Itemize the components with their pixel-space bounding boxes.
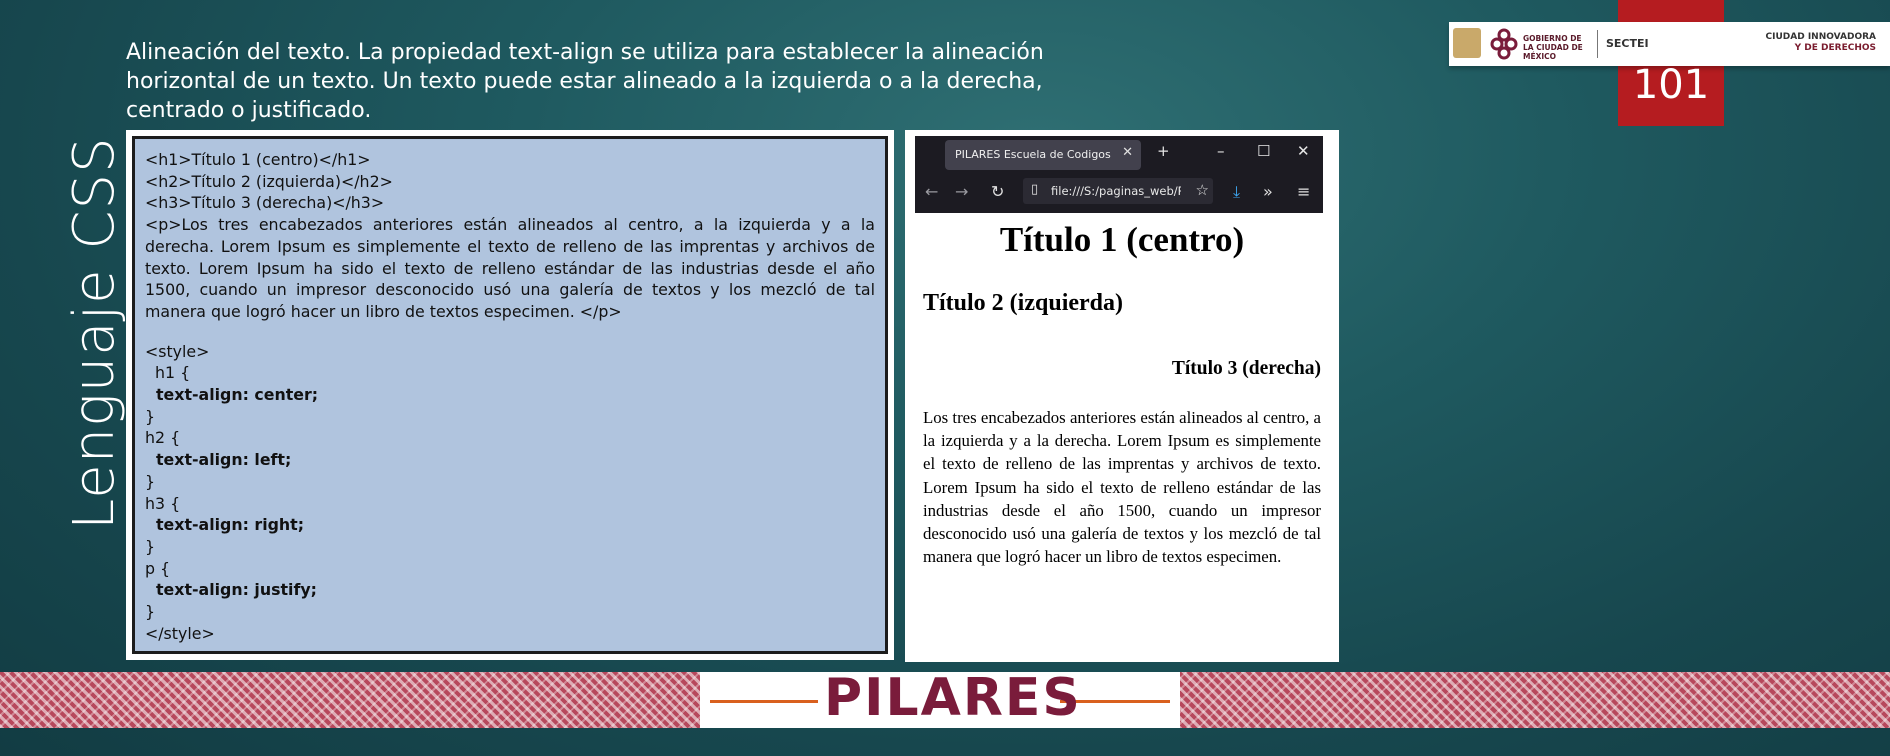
code-line-h3: <h3>Título 3 (derecha)</h3>	[145, 193, 385, 213]
browser-preview: PILARES Escuela de Codigos ✕ + – ☐ ✕ ← →…	[905, 130, 1339, 662]
forward-icon[interactable]: →	[955, 182, 968, 201]
code-rule-close: }	[145, 406, 156, 426]
menu-icon[interactable]: ≡	[1297, 182, 1310, 201]
page-heading-2: Título 2 (izquierda)	[923, 290, 1124, 316]
maximize-icon[interactable]: ☐	[1257, 142, 1270, 160]
back-icon[interactable]: ←	[925, 182, 938, 201]
minimize-icon[interactable]: –	[1217, 142, 1225, 160]
logo-divider	[1597, 30, 1598, 58]
code-paragraph: <p>Los tres encabezados anteriores están…	[145, 215, 875, 321]
code-rule-selector: p {	[145, 558, 171, 578]
sectei-label: SECTEI	[1606, 37, 1649, 50]
intro-text: Alineación del texto. La propiedad text-…	[126, 40, 1044, 123]
code-style-close: </style>	[145, 623, 215, 643]
reload-icon[interactable]: ↻	[991, 182, 1004, 201]
url-text: file:///S:/paginas_web/PI	[1051, 184, 1181, 198]
logo-bar: GOBIERNO DE LA CIUDAD DE MÉXICO SECTEI C…	[1449, 22, 1890, 66]
code-line-h2: <h2>Título 2 (izquierda)</h2>	[145, 171, 393, 191]
overflow-icon[interactable]: »	[1263, 182, 1273, 201]
gobierno-logo-icon	[1490, 28, 1518, 60]
code-line-h1: <h1>Título 1 (centro)</h1>	[145, 150, 371, 169]
page-icon: ▯	[1031, 182, 1039, 197]
tab-title: PILARES Escuela de Codigos	[955, 148, 1111, 161]
gobierno-text: GOBIERNO DE LA CIUDAD DE MÉXICO	[1523, 34, 1583, 61]
ciudad-line-1: CIUDAD INNOVADORA	[1765, 32, 1876, 42]
browser-chrome: PILARES Escuela de Codigos ✕ + – ☐ ✕ ← →…	[915, 136, 1323, 213]
bookmark-star-icon[interactable]: ☆	[1196, 181, 1209, 199]
code-rule-declaration: text-align: center;	[145, 385, 319, 405]
new-tab-icon[interactable]: +	[1157, 142, 1170, 160]
code-panel: <h1>Título 1 (centro)</h1> <h2>Título 2 …	[126, 130, 894, 660]
ciudad-innovadora-logo: CIUDAD INNOVADORA Y DE DERECHOS	[1766, 32, 1876, 54]
side-title: Lenguaje CSS	[62, 136, 127, 530]
code-rule-selector: h1 {	[145, 363, 191, 383]
code-rule-close: }	[145, 471, 156, 491]
tab-close-icon[interactable]: ✕	[1122, 145, 1133, 160]
cdmx-seal-icon	[1453, 28, 1481, 58]
page-heading-3: Título 3 (derecha)	[1171, 358, 1321, 379]
page-heading-1: Título 1 (centro)	[999, 220, 1245, 259]
close-window-icon[interactable]: ✕	[1297, 142, 1310, 160]
download-icon[interactable]: ⤓	[1233, 182, 1240, 202]
code-rule-declaration: text-align: left;	[145, 450, 292, 470]
code-rule-declaration: text-align: right;	[145, 515, 305, 535]
code-rule-declaration: text-align: justify;	[145, 580, 317, 600]
page-number: 101	[1632, 62, 1710, 108]
page-paragraph: Los tres encabezados anteriores están al…	[923, 408, 1321, 567]
code-rule-close: }	[145, 536, 156, 556]
code-style-open: <style>	[145, 341, 210, 361]
pilares-logo: PILARES	[824, 668, 1082, 728]
address-bar[interactable]: ▯ file:///S:/paginas_web/PI ☆	[1023, 178, 1213, 204]
code-rule-selector: h3 {	[145, 493, 181, 513]
brand-line-left	[710, 700, 818, 703]
code-rule-selector: h2 {	[145, 428, 181, 448]
browser-tab[interactable]: PILARES Escuela de Codigos ✕	[945, 140, 1141, 170]
code-rule-close: }	[145, 602, 156, 622]
ciudad-line-2: Y DE DERECHOS	[1794, 43, 1876, 53]
code-block: <h1>Título 1 (centro)</h1> <h2>Título 2 …	[132, 136, 888, 654]
